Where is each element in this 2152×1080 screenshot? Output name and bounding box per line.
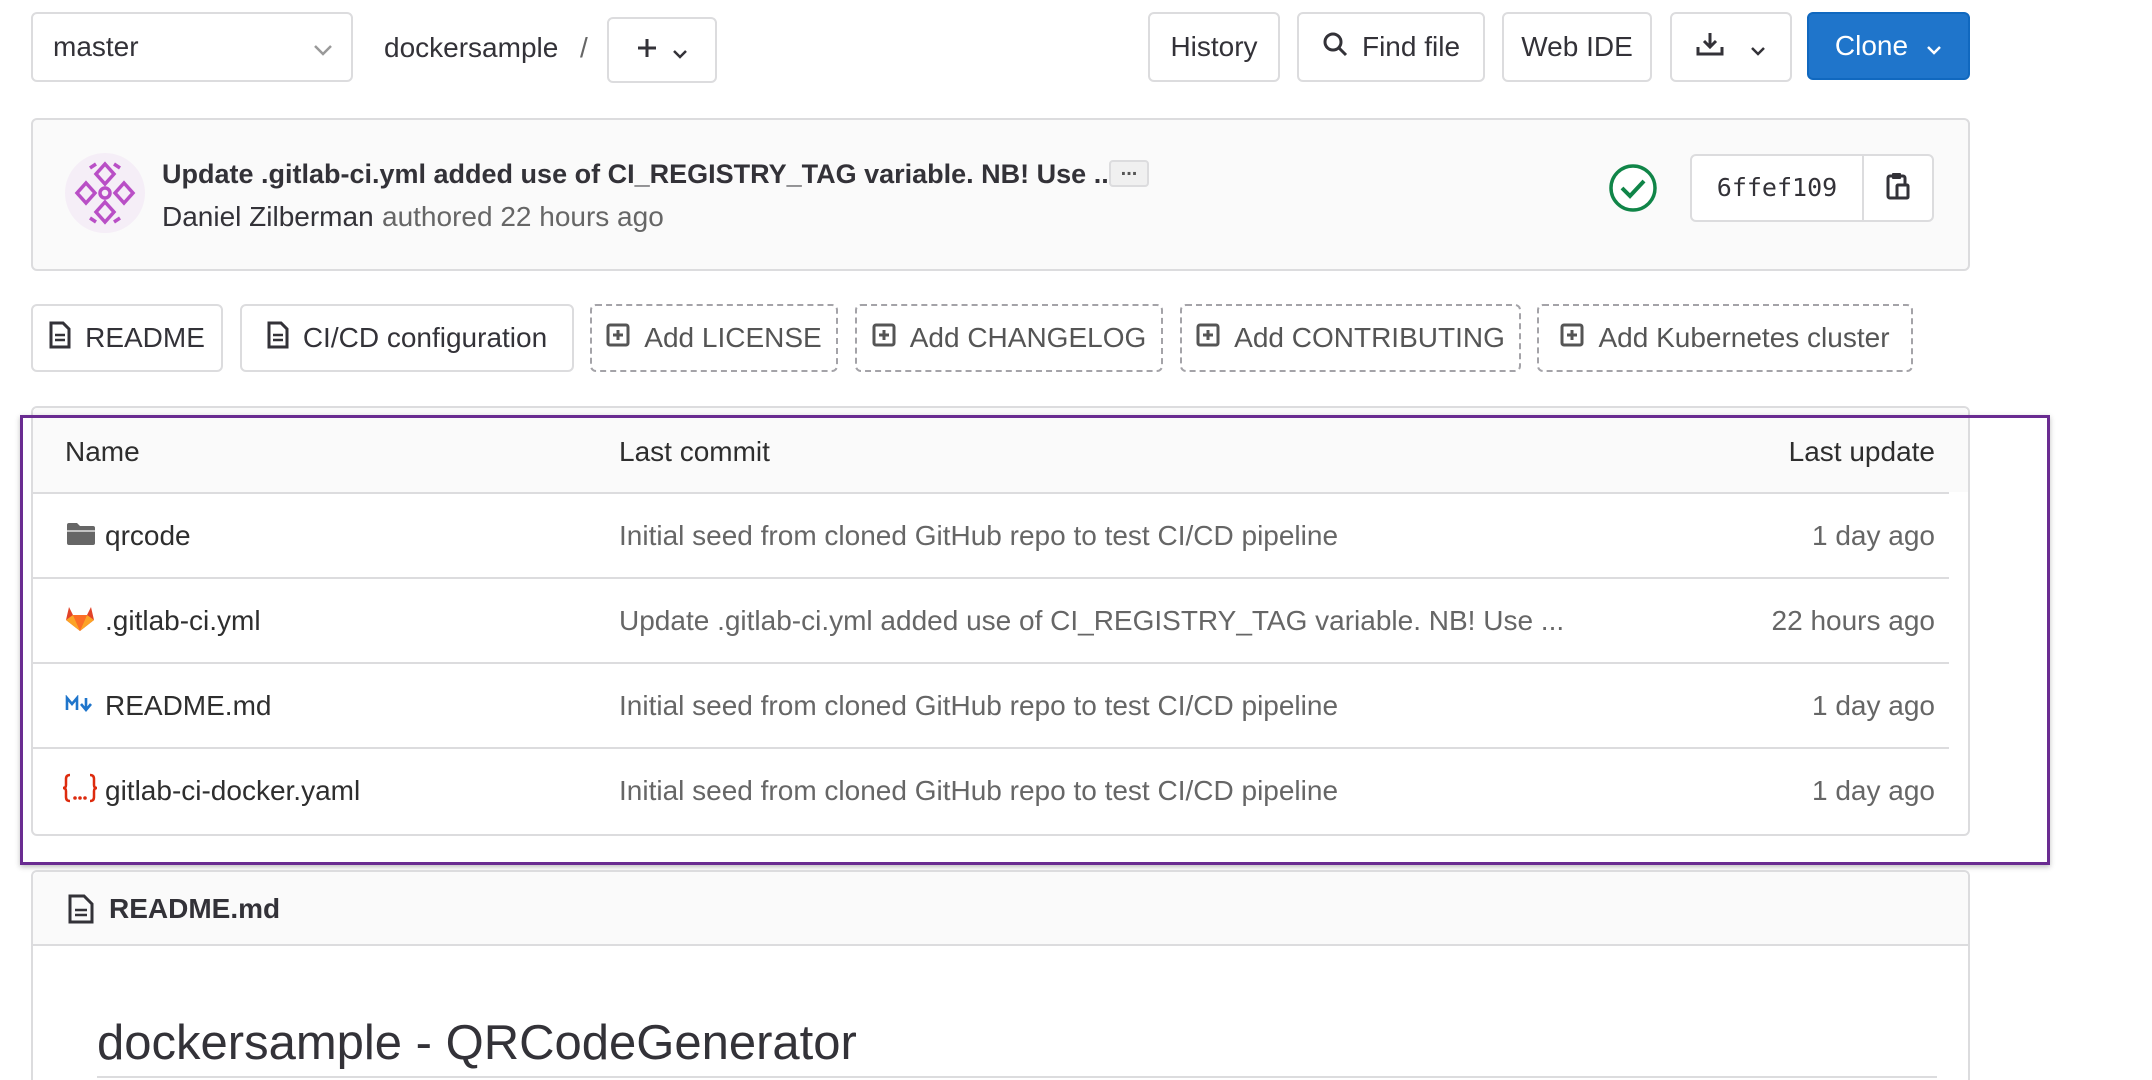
download-icon: [1696, 31, 1724, 64]
readme-heading: dockersample - QRCodeGenerator: [97, 1016, 857, 1070]
avatar[interactable]: [64, 152, 146, 234]
copy-sha-button[interactable]: [1864, 156, 1932, 220]
web-ide-button[interactable]: Web IDE: [1502, 12, 1652, 82]
find-file-label: Find file: [1361, 31, 1461, 62]
document-icon: [267, 321, 289, 356]
search-icon: [1322, 31, 1348, 64]
document-icon: [49, 321, 71, 356]
history-button[interactable]: History: [1148, 12, 1280, 82]
readme-link[interactable]: README: [31, 304, 223, 372]
readme-link-label: README: [85, 322, 205, 353]
heading-underline: [97, 1076, 1937, 1078]
chevron-down-icon: [672, 34, 688, 66]
readme-header: [33, 872, 1968, 946]
add-kubernetes-cluster-label: Add Kubernetes cluster: [1598, 322, 1890, 353]
download-dropdown[interactable]: [1670, 12, 1792, 82]
add-kubernetes-cluster-link[interactable]: Add Kubernetes cluster: [1537, 304, 1913, 372]
chevron-down-icon: [1750, 31, 1766, 63]
plus-icon: [636, 34, 658, 66]
commit-title[interactable]: Update .gitlab-ci.yml added use of CI_RE…: [162, 156, 1116, 192]
web-ide-label: Web IDE: [1521, 31, 1633, 62]
chevron-down-icon: [313, 31, 333, 63]
history-label: History: [1170, 31, 1258, 62]
ellipsis-icon: ...: [1120, 158, 1138, 180]
add-license-label: Add LICENSE: [644, 322, 822, 353]
highlight-box: [20, 415, 2050, 865]
plus-square-icon: [1196, 322, 1220, 354]
commit-sha-group: 6ffef109: [1690, 154, 1934, 222]
clipboard-icon: [1886, 171, 1910, 206]
last-commit-panel: [31, 118, 1970, 271]
find-file-button[interactable]: Find file: [1297, 12, 1485, 82]
project-breadcrumb[interactable]: dockersample: [384, 30, 558, 66]
commit-description-toggle[interactable]: ...: [1109, 158, 1149, 187]
add-license-link[interactable]: Add LICENSE: [590, 304, 838, 372]
plus-square-icon: [872, 322, 896, 354]
document-icon: [68, 894, 94, 929]
cicd-configuration-label: CI/CD configuration: [302, 322, 548, 353]
clone-label: Clone: [1834, 30, 1909, 61]
commit-sha[interactable]: 6ffef109: [1692, 156, 1862, 220]
cicd-configuration-link[interactable]: CI/CD configuration: [240, 304, 574, 372]
add-to-tree-dropdown[interactable]: [607, 17, 717, 83]
add-changelog-label: Add CHANGELOG: [909, 322, 1147, 353]
plus-square-icon: [606, 322, 630, 354]
branch-name: master: [53, 31, 139, 62]
clone-button[interactable]: Clone: [1807, 12, 1970, 80]
chevron-down-icon: [1926, 30, 1942, 62]
path-separator: /: [580, 32, 588, 63]
add-contributing-label: Add CONTRIBUTING: [1234, 322, 1505, 353]
add-contributing-link[interactable]: Add CONTRIBUTING: [1180, 304, 1521, 372]
commit-author[interactable]: Daniel Zilberman: [162, 199, 374, 235]
branch-select[interactable]: master: [31, 12, 353, 82]
plus-square-icon: [1560, 322, 1584, 354]
add-changelog-link[interactable]: Add CHANGELOG: [855, 304, 1163, 372]
commit-authored-time: authored 22 hours ago: [382, 201, 664, 232]
pipeline-status-icon[interactable]: [1608, 163, 1658, 213]
readme-filename[interactable]: README.md: [109, 891, 280, 927]
